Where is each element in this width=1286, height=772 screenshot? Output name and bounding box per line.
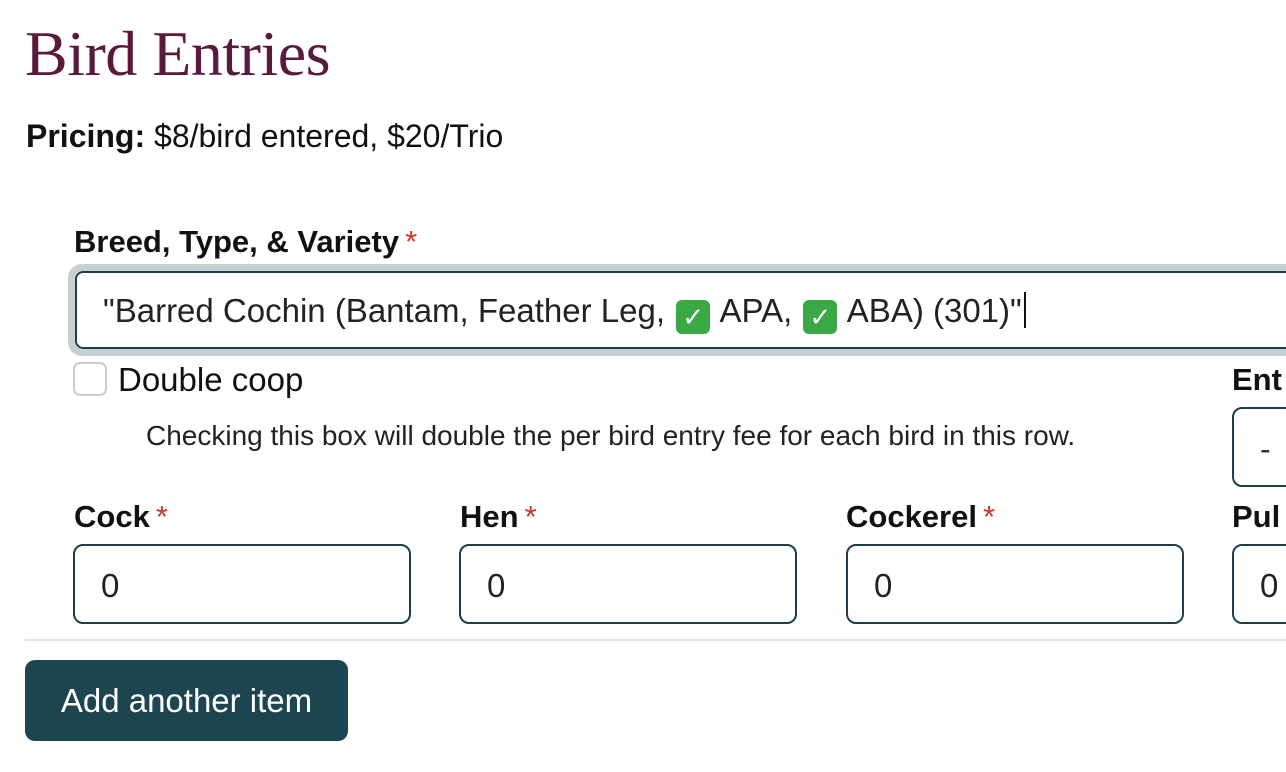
add-another-item-button[interactable]: Add another item [25,660,348,741]
cockerel-input[interactable]: 0 [846,544,1184,624]
pullet-label: Pul [1232,499,1281,534]
pricing-info: Pricing: $8/bird entered, $20/Trio [26,116,503,156]
cock-label-text: Cock [74,499,150,534]
entry-type-select-value: - [1260,431,1286,467]
cock-input-value: 0 [101,567,120,604]
required-marker: * [982,499,996,534]
pullet-input-value: 0 [1260,567,1279,604]
cockerel-label: Cockerel * [846,497,995,537]
bird-entries-page: Bird Entries Pricing: $8/bird entered, $… [0,0,1286,772]
check-mark-button-icon: ✓ [803,300,838,334]
required-marker: * [405,224,418,259]
cock-input[interactable]: 0 [73,544,411,624]
required-marker: * [155,499,168,534]
pricing-label: Pricing: [26,118,146,154]
cock-label: Cock * [74,497,168,537]
cockerel-input-value: 0 [874,567,893,604]
breed-value-part-1: "Barred Cochin (Bantam, Feather Leg, [103,292,675,329]
breed-label: Breed, Type, & Variety * [74,222,417,262]
cockerel-label-text: Cockerel [846,499,977,534]
breed-input[interactable]: "Barred Cochin (Bantam, Feather Leg, ✓ A… [68,264,1286,356]
breed-value-part-2: APA, [712,292,802,329]
entry-type-select[interactable]: - [1232,407,1286,487]
entry-type-label: Ent [1232,362,1282,397]
required-marker: * [524,499,537,534]
breed-value-part-3: ABA) (301)" [839,292,1022,329]
breed-input-value: "Barred Cochin (Bantam, Feather Leg, ✓ A… [103,291,1026,334]
hen-label: Hen * [460,497,537,537]
page-title: Bird Entries [25,18,331,89]
pullet-input[interactable]: 0 [1232,544,1286,624]
double-coop-help-text: Checking this box will double the per bi… [146,420,1076,451]
hen-label-text: Hen [460,499,519,534]
divider [25,639,1286,641]
hen-input-value: 0 [487,567,506,604]
double-coop-label[interactable]: Double coop [118,360,303,400]
breed-label-text: Breed, Type, & Variety [74,224,400,259]
text-cursor [1023,292,1026,328]
hen-input[interactable]: 0 [459,544,797,624]
check-mark-button-icon: ✓ [676,300,711,334]
pricing-text: $8/bird entered, $20/Trio [154,118,504,154]
double-coop-checkbox[interactable] [73,362,107,396]
